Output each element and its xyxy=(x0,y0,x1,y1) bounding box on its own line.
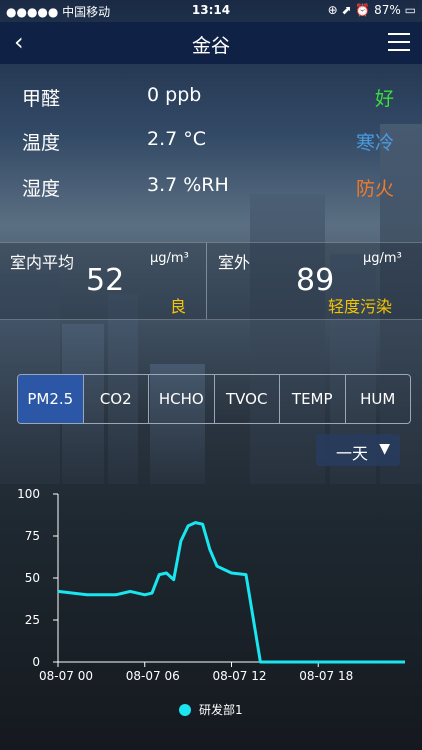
battery-indicator: ⊕ ⬈ ⏰ 87% ▭ xyxy=(327,3,416,17)
legend-label: 研发部1 xyxy=(199,702,243,717)
reading-value: 3.7 %RH xyxy=(147,174,229,196)
tab-tvoc[interactable]: TVOC xyxy=(215,375,280,423)
time-range-select[interactable]: 一天 ▼ xyxy=(316,434,400,466)
y-tick-label: 50 xyxy=(25,571,40,585)
reading-row-humidity: 湿度 3.7 %RH 防火 xyxy=(0,174,422,204)
outdoor-status: 轻度污染 xyxy=(328,297,393,316)
reading-status: 好 xyxy=(374,88,394,110)
series-line-0 xyxy=(57,521,405,664)
nav-bar: ‹ 金谷 xyxy=(0,22,422,64)
tab-pm25[interactable]: PM2.5 xyxy=(18,375,84,423)
time-range-label: 一天 xyxy=(336,444,369,463)
indoor-unit: μg/m³ xyxy=(150,251,189,266)
y-tick-label: 0 xyxy=(32,655,40,669)
x-tick-label: 08-07 18 xyxy=(299,669,353,683)
reading-status: 防火 xyxy=(355,178,394,200)
reading-value: 2.7 °C xyxy=(147,128,207,150)
reading-status: 寒冷 xyxy=(355,132,394,154)
indoor-value: 52 xyxy=(86,263,125,298)
tab-temp[interactable]: TEMP xyxy=(280,375,346,423)
x-tick-label: 08-07 06 xyxy=(126,669,180,683)
tab-hcho[interactable]: HCHO xyxy=(149,375,215,423)
outdoor-unit: μg/m³ xyxy=(363,251,402,266)
status-bar: ●●●●● 中国移动 13:14 ⊕ ⬈ ⏰ 87% ▭ xyxy=(0,0,422,22)
divider xyxy=(206,243,207,319)
indoor-label: 室内平均 xyxy=(10,253,75,272)
metric-tabs: PM2.5 CO2 HCHO TVOC TEMP HUM xyxy=(17,374,411,424)
dropdown-triangle-icon: ▼ xyxy=(379,441,390,457)
outdoor-label: 室外 xyxy=(218,253,251,272)
y-tick-label: 75 xyxy=(25,529,40,543)
tab-hum[interactable]: HUM xyxy=(346,375,411,423)
hamburger-menu-icon[interactable] xyxy=(388,33,410,51)
y-tick-label: 100 xyxy=(17,487,40,501)
indoor-status: 良 xyxy=(170,297,187,316)
reading-value: 0 ppb xyxy=(147,84,202,106)
page-title: 金谷 xyxy=(191,35,230,57)
x-tick-label: 08-07 12 xyxy=(213,669,267,683)
reading-label: 甲醛 xyxy=(22,88,61,110)
legend-swatch xyxy=(179,704,191,716)
indoor-outdoor-compare: 室内平均 μg/m³ 52 良 室外 μg/m³ 89 轻度污染 xyxy=(0,242,422,320)
x-tick-label: 08-07 00 xyxy=(39,669,93,683)
reading-row-temperature: 温度 2.7 °C 寒冷 xyxy=(0,128,422,158)
reading-row-hcho: 甲醛 0 ppb 好 xyxy=(0,84,422,114)
reading-label: 温度 xyxy=(22,132,61,154)
y-tick-label: 25 xyxy=(25,613,40,627)
tab-co2[interactable]: CO2 xyxy=(84,375,149,423)
reading-label: 湿度 xyxy=(22,178,61,200)
pm25-line-chart: 100 75 50 25 008-07 00 08-07 06 08-07 12 08-07 … xyxy=(17,487,405,717)
